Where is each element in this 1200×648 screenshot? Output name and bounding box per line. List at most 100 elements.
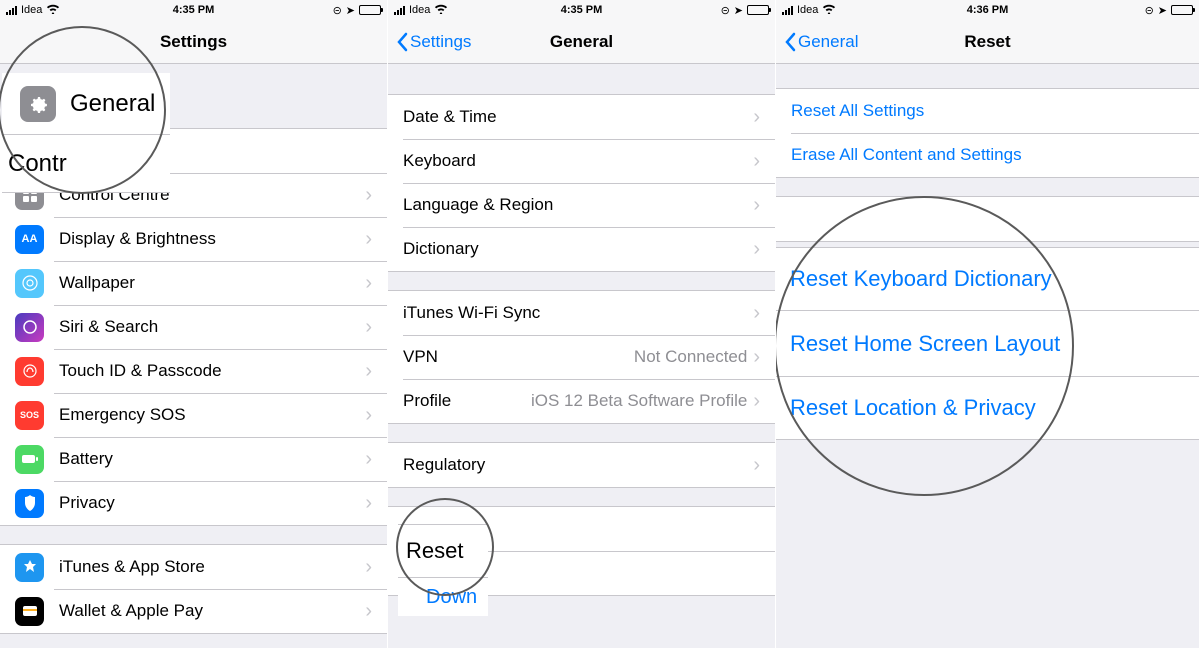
settings-group-2: iTunes & App Store › Wallet & Apple Pay … (0, 544, 387, 634)
row-keyboard[interactable]: Keyboard › (388, 139, 775, 183)
row-label: Display & Brightness (59, 229, 365, 249)
row-itunes-appstore[interactable]: iTunes & App Store › (0, 545, 387, 589)
wifi-icon (822, 3, 836, 17)
chevron-right-icon: › (365, 449, 372, 469)
status-left: Idea (394, 3, 448, 17)
chevron-left-icon (784, 32, 796, 52)
carrier-label: Idea (21, 4, 42, 16)
status-right: ⊝ ➤ (1145, 4, 1193, 17)
privacy-icon (15, 489, 44, 518)
signal-bars-icon (394, 5, 405, 15)
row-reset-all-settings[interactable]: Reset All Settings (776, 89, 1199, 133)
signal-bars-icon (6, 5, 17, 15)
row-label: Erase All Content and Settings (791, 145, 1022, 165)
magnifier-general: General Contr (2, 73, 170, 193)
sos-icon: SOS (15, 401, 44, 430)
chevron-right-icon: › (365, 185, 372, 205)
row-itunes-wifi-sync[interactable]: iTunes Wi-Fi Sync › (388, 291, 775, 335)
row-wallpaper[interactable]: Wallpaper › (0, 261, 387, 305)
row-vpn[interactable]: VPN Not Connected › (388, 335, 775, 379)
row-display-brightness[interactable]: AA Display & Brightness › (0, 217, 387, 261)
gear-icon (20, 86, 56, 122)
screen-reset: Idea 4:36 PM ⊝ ➤ General Reset Reset All… (776, 0, 1200, 648)
location-icon: ➤ (734, 4, 743, 17)
row-detail: iOS 12 Beta Software Profile (531, 391, 747, 411)
row-erase-all-content[interactable]: Erase All Content and Settings (776, 133, 1199, 177)
chevron-right-icon: › (753, 195, 760, 215)
row-label: Regulatory (403, 455, 753, 475)
general-group-3: Regulatory › (388, 442, 775, 488)
row-battery[interactable]: Battery › (0, 437, 387, 481)
row-label: Language & Region (403, 195, 753, 215)
battery-icon (747, 5, 769, 15)
row-label: Wallpaper (59, 273, 365, 293)
row-language-region[interactable]: Language & Region › (388, 183, 775, 227)
magnified-reset-label: Reset (406, 538, 463, 564)
row-label: Reset All Settings (791, 101, 924, 121)
chevron-right-icon: › (365, 557, 372, 577)
row-privacy[interactable]: Privacy › (0, 481, 387, 525)
nav-back-label: Settings (410, 32, 471, 52)
row-dictionary[interactable]: Dictionary › (388, 227, 775, 271)
chevron-right-icon: › (365, 493, 372, 513)
status-right: ⊝ ➤ (333, 4, 381, 17)
row-label: Profile (403, 391, 531, 411)
general-group-1: Date & Time › Keyboard › Language & Regi… (388, 94, 775, 272)
magnifier-reset: Reset Down (398, 524, 488, 616)
nav-back-button[interactable]: Settings (396, 32, 471, 52)
reset-group-2: Reset Network Settings (776, 196, 1199, 242)
nav-bar: General Reset (776, 20, 1199, 64)
wifi-icon (434, 3, 448, 17)
row-label: Emergency SOS (59, 405, 365, 425)
status-time: 4:36 PM (967, 4, 1009, 16)
row-profile[interactable]: Profile iOS 12 Beta Software Profile › (388, 379, 775, 423)
alarm-icon: ⊝ (333, 4, 342, 17)
location-icon: ➤ (1158, 4, 1167, 17)
chevron-right-icon: › (365, 273, 372, 293)
status-time: 4:35 PM (561, 4, 603, 16)
alarm-icon: ⊝ (721, 4, 730, 17)
chevron-right-icon: › (365, 229, 372, 249)
magnified-reset-location-privacy[interactable]: Reset Location & Privacy (790, 395, 1036, 421)
battery-icon (1171, 5, 1193, 15)
status-bar: Idea 4:35 PM ⊝ ➤ (388, 0, 775, 20)
magnified-general-label: General (70, 90, 155, 118)
row-label: VPN (403, 347, 634, 367)
status-bar: Idea 4:35 PM ⊝ ➤ (0, 0, 387, 20)
row-date-time[interactable]: Date & Time › (388, 95, 775, 139)
magnified-reset-home-screen[interactable]: Reset Home Screen Layout (790, 331, 1060, 357)
row-label: Date & Time (403, 107, 753, 127)
row-siri-search[interactable]: Siri & Search › (0, 305, 387, 349)
siri-icon (15, 313, 44, 342)
chevron-right-icon: › (365, 601, 372, 621)
screen-settings: Idea 4:35 PM ⊝ ➤ Settings ⚙ General › Co… (0, 0, 388, 648)
alarm-icon: ⊝ (1145, 4, 1154, 17)
nav-back-button[interactable]: General (784, 32, 858, 52)
screen-general: Idea 4:35 PM ⊝ ➤ Settings General Date &… (388, 0, 776, 648)
chevron-right-icon: › (753, 347, 760, 367)
row-touch-id-passcode[interactable]: Touch ID & Passcode › (0, 349, 387, 393)
row-detail: Not Connected (634, 347, 747, 367)
chevron-right-icon: › (753, 455, 760, 475)
row-label: Dictionary (403, 239, 753, 259)
chevron-right-icon: › (753, 107, 760, 127)
wifi-icon (46, 3, 60, 17)
row-label: Privacy (59, 493, 365, 513)
nav-title: Reset (964, 32, 1010, 52)
row-wallet-apple-pay[interactable]: Wallet & Apple Pay › (0, 589, 387, 633)
status-right: ⊝ ➤ (721, 4, 769, 17)
reset-group-1: Reset All Settings Erase All Content and… (776, 88, 1199, 178)
row-label: Battery (59, 449, 365, 469)
magnified-reset-keyboard[interactable]: Reset Keyboard Dictionary (790, 266, 1052, 292)
location-icon: ➤ (346, 4, 355, 17)
magnified-shutdown-partial: Down (426, 586, 477, 609)
wallet-icon (15, 597, 44, 626)
chevron-right-icon: › (753, 239, 760, 259)
chevron-left-icon (396, 32, 408, 52)
row-regulatory[interactable]: Regulatory › (388, 443, 775, 487)
row-emergency-sos[interactable]: SOS Emergency SOS › (0, 393, 387, 437)
status-left: Idea (6, 3, 60, 17)
row-label: iTunes Wi-Fi Sync (403, 303, 753, 323)
general-group-2: iTunes Wi-Fi Sync › VPN Not Connected › … (388, 290, 775, 424)
battery-icon (359, 5, 381, 15)
